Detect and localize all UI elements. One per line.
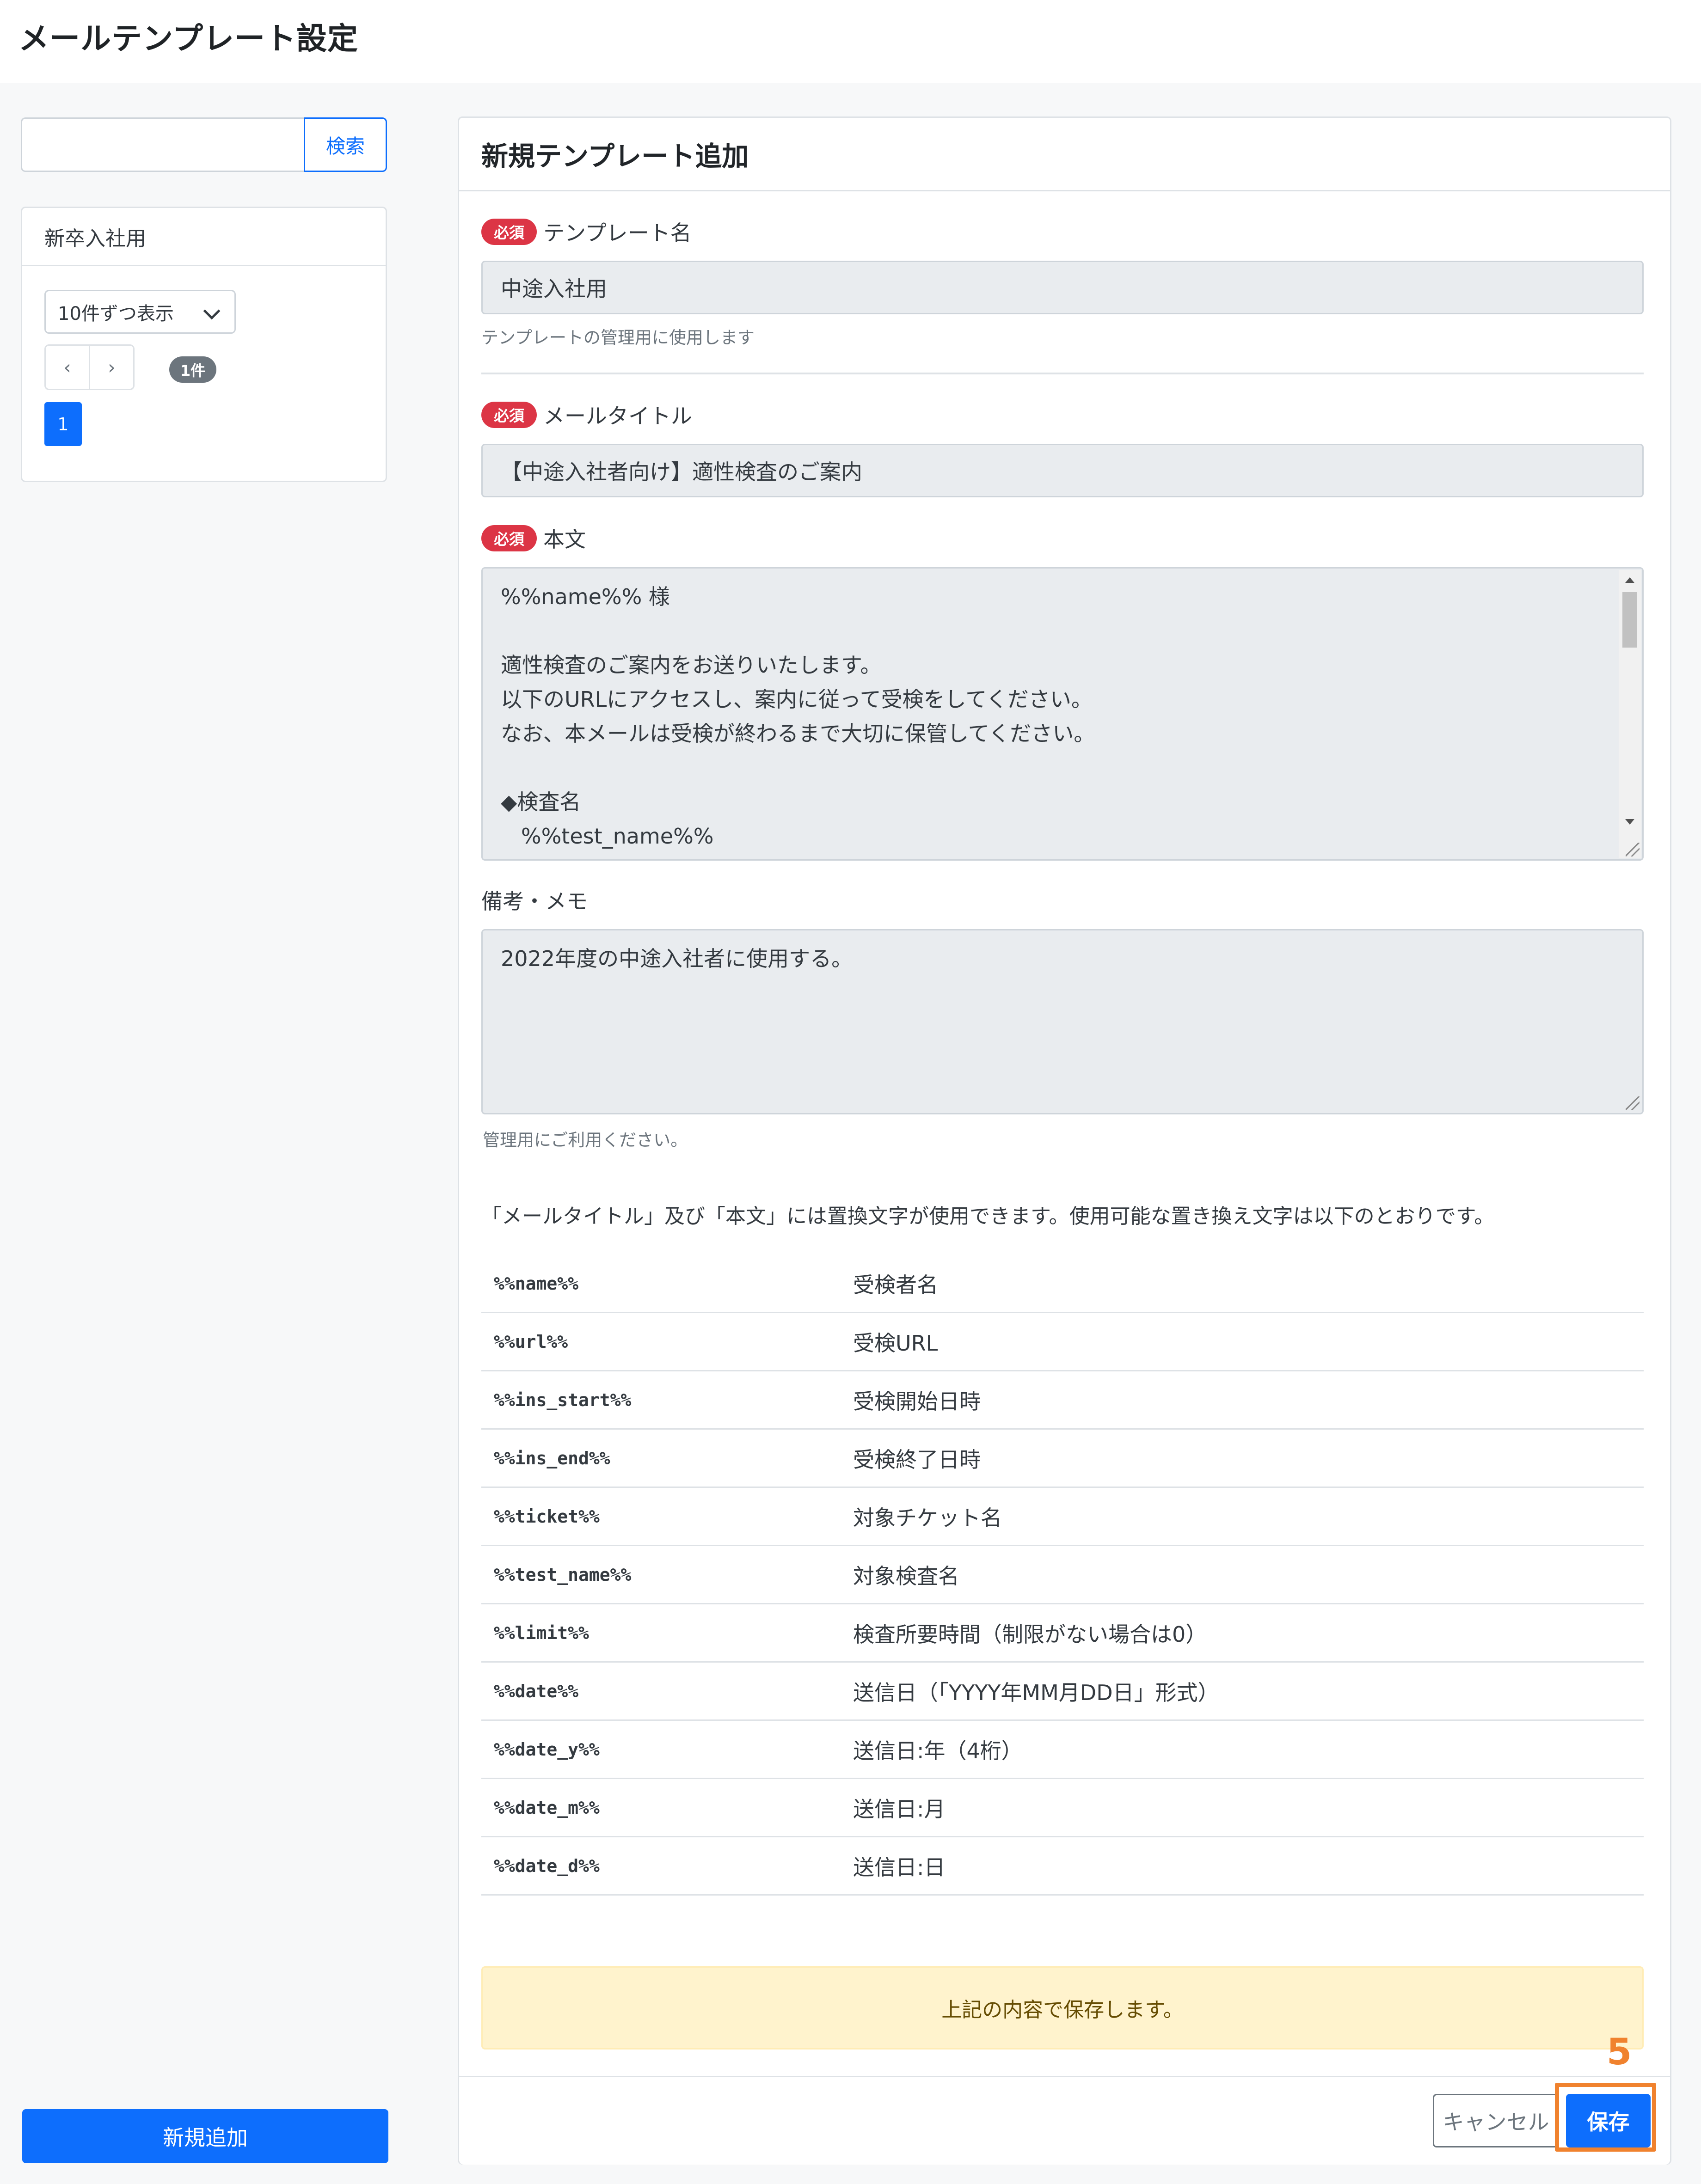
template-name-help: テンプレートの管理用に使用します [481,328,755,348]
table-row: %%test_name%% 対象検査名 [481,1546,1644,1604]
replacement-key: %%url%% [494,1331,568,1352]
replacement-desc: 対象チケット名 [853,1505,1002,1530]
template-name-label: 必須 テンプレート名 [481,216,692,247]
search-box: 検索 [21,117,387,172]
required-badge: 必須 [481,401,537,428]
resize-grip-icon[interactable] [1626,843,1640,856]
table-row: %%date_d%% 送信日:日 [481,1837,1644,1896]
memo-help: 管理用にご利用ください。 [483,1130,688,1150]
replacement-desc: 受検終了日時 [853,1447,981,1472]
body-line [501,614,1095,648]
step-number-annotation: 5 [1607,2031,1632,2073]
replacement-desc: 送信日:月 [853,1796,946,1822]
mail-title-label: 必須 メールタイトル [481,399,692,430]
memo-line: 2022年度の中途入社者に使用する。 [501,946,853,971]
count-badge: 1件 [169,356,216,383]
replacement-desc: 送信日:年（4桁） [853,1738,1023,1763]
replacement-key: %%date_y%% [494,1739,600,1760]
add-new-button[interactable]: 新規追加 [22,2109,388,2163]
body-line: %%name%% 様 [501,584,670,609]
table-row: %%date_y%% 送信日:年（4桁） [481,1721,1644,1779]
body-line: ◆検査名 [501,789,581,814]
replacement-key: %%ins_end%% [494,1448,610,1468]
body-text: %%name%% 様 適性検査のご案内をお送りいたします。 以下のURLにアクセ… [501,580,1095,853]
next-page-icon[interactable]: › [89,346,133,389]
body-textarea[interactable]: %%name%% 様 適性検査のご案内をお送りいたします。 以下のURLにアクセ… [481,567,1644,861]
scroll-down-icon[interactable] [1625,819,1634,825]
body-scrollbar[interactable] [1619,570,1641,858]
replacement-key: %%limit%% [494,1622,589,1643]
resize-grip-icon[interactable] [1626,1096,1640,1110]
mail-title-label-text: メールタイトル [543,404,692,428]
chevron-down-icon [203,302,221,320]
body-line: なお、本メールは受検が終わるまで大切に保管してください。 [501,721,1095,746]
search-button[interactable]: 検索 [304,117,387,172]
replacement-key: %%ins_start%% [494,1389,632,1410]
replacement-key: %%ticket%% [494,1506,600,1527]
template-name-field[interactable]: 中途入社用 [481,261,1644,314]
body-line: %%test_name%% [501,824,714,849]
prev-page-icon[interactable]: ‹ [46,346,89,389]
cancel-button[interactable]: キャンセル [1433,2094,1559,2147]
table-row: %%limit%% 検査所要時間（制限がない場合は0） [481,1604,1644,1663]
page-number-button[interactable]: 1 [44,402,82,446]
memo-text: 2022年度の中途入社者に使用する。 [501,942,853,976]
per-page-label: 10件ずつ表示 [58,303,174,324]
page-header: メールテンプレート設定 [0,0,1701,83]
table-row: %%ins_start%% 受検開始日時 [481,1371,1644,1430]
template-name-label-text: テンプレート名 [543,220,692,245]
replacement-desc: 送信日:日 [853,1854,946,1880]
replacement-desc: 検査所要時間（制限がない場合は0） [853,1621,1207,1647]
per-page-select[interactable]: 10件ずつ表示 [44,290,236,334]
form-title: 新規テンプレート追加 [459,118,1670,191]
save-button[interactable]: 保存 [1566,2094,1651,2147]
replacement-desc: 受検者名 [853,1272,938,1297]
replacement-desc: 受検URL [853,1330,938,1356]
replacement-desc: 受検開始日時 [853,1389,981,1414]
template-list-item[interactable]: 新卒入社用 [22,208,386,266]
memo-label: 備考・メモ [481,889,588,914]
search-input[interactable] [21,117,305,172]
save-notice: 上記の内容で保存します。 [481,1966,1644,2049]
replacement-desc: 対象検査名 [853,1563,959,1589]
body-label-text: 本文 [543,527,586,552]
table-row: %%ticket%% 対象チケット名 [481,1488,1644,1546]
replacement-key: %%date%% [494,1681,579,1701]
mail-title-field[interactable]: 【中途入社者向け】適性検査のご案内 [481,444,1644,497]
pager: ‹ › [44,344,135,390]
replacement-intro: 「メールタイトル」及び「本文」には置換文字が使用できます。使用可能な置き換え文字… [481,1205,1495,1228]
table-row: %%url%% 受検URL [481,1313,1644,1371]
replacement-table: %%name%% 受検者名 %%url%% 受検URL %%ins_start%… [481,1255,1644,1896]
body-line: 適性検査のご案内をお送りいたします。 [501,653,882,678]
body-line: 以下のURLにアクセスし、案内に従って受検をしてください。 [501,687,1093,712]
replacement-key: %%date_d%% [494,1855,600,1876]
form-card: 新規テンプレート追加 必須 テンプレート名 中途入社用 テンプレートの管理用に使… [458,116,1671,2165]
body-line [501,751,1095,785]
table-row: %%name%% 受検者名 [481,1255,1644,1313]
scroll-thumb[interactable] [1622,592,1637,648]
replacement-key: %%test_name%% [494,1564,632,1585]
scroll-up-icon[interactable] [1625,577,1634,583]
required-badge: 必須 [481,218,537,245]
memo-textarea[interactable]: 2022年度の中途入社者に使用する。 [481,929,1644,1114]
required-badge: 必須 [481,525,537,551]
body-label: 必須 本文 [481,523,586,553]
template-list-card: 新卒入社用 10件ずつ表示 ‹ › 1件 1 [21,207,387,482]
replacement-key: %%date_m%% [494,1797,600,1818]
replacement-desc: 送信日（「YYYY年MM月DD日」形式） [853,1680,1219,1705]
table-row: %%date_m%% 送信日:月 [481,1779,1644,1837]
divider [481,373,1644,374]
table-row: %%date%% 送信日（「YYYY年MM月DD日」形式） [481,1663,1644,1721]
table-row: %%ins_end%% 受検終了日時 [481,1430,1644,1488]
page-title: メールテンプレート設定 [18,21,359,56]
replacement-key: %%name%% [494,1273,579,1294]
